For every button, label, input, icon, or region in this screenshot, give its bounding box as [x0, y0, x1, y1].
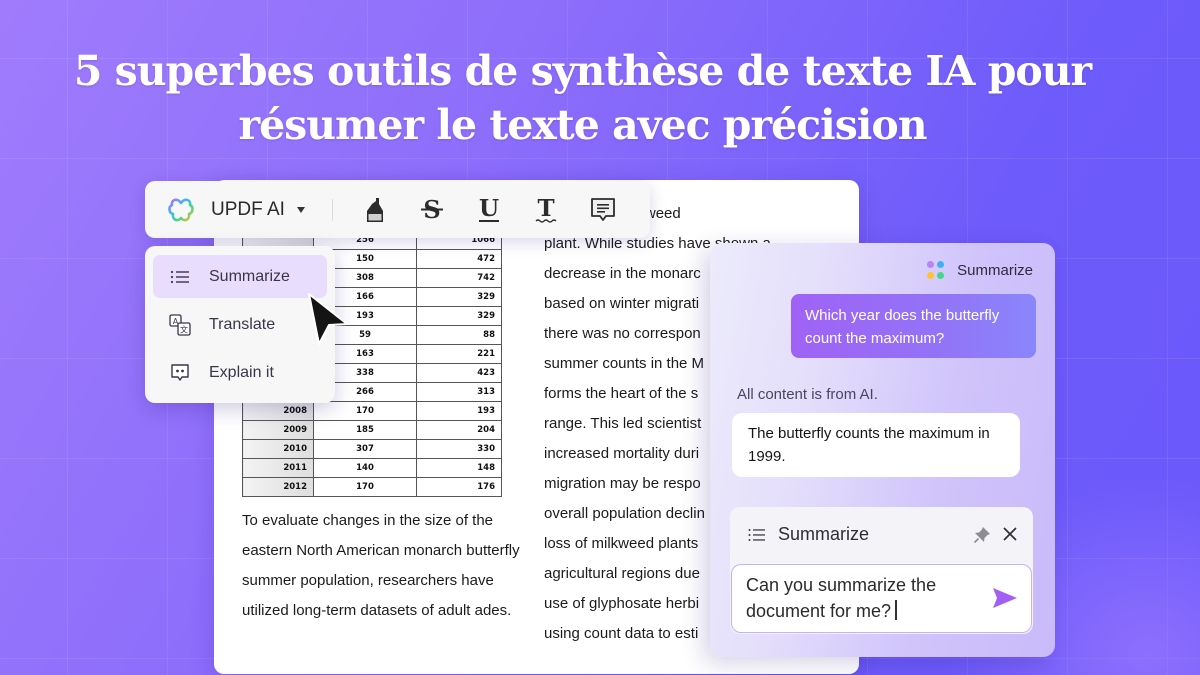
ai-chat-panel: Summarize Which year does the butterfly …	[710, 243, 1055, 657]
table-cell-b: 313	[416, 382, 502, 402]
highlighter-icon	[366, 197, 383, 222]
send-icon[interactable]	[992, 587, 1018, 609]
table-row: 2011 140 148	[242, 458, 502, 478]
mouse-pointer-icon	[308, 293, 348, 345]
caret-down-icon[interactable]	[296, 206, 305, 213]
table-row: 2012 170 176	[242, 477, 502, 497]
highlight-tool-button[interactable]	[359, 194, 391, 226]
composer-mode[interactable]: Summarize	[748, 524, 869, 545]
chat-input[interactable]: Can you summarize the document for me?	[731, 564, 1032, 633]
table-cell-b: 329	[416, 306, 502, 326]
comment-icon	[591, 197, 615, 221]
table-cell-b: 423	[416, 363, 502, 383]
table-cell-b: 329	[416, 287, 502, 307]
chat-composer: Summarize Can you summarize the document…	[730, 507, 1033, 634]
annotation-toolbar: UPDF AI S U T	[145, 181, 650, 238]
headline-line-2: résumer le texte avec précision	[238, 101, 927, 149]
table-cell-b: 193	[416, 401, 502, 421]
table-cell-b: 176	[416, 477, 502, 497]
user-question-bubble: Which year does the butterfly count the …	[791, 294, 1036, 358]
table-cell-a: 140	[313, 458, 417, 478]
menu-item-label: Explain it	[209, 363, 274, 381]
table-cell-a: 185	[313, 420, 417, 440]
svg-text:T: T	[537, 196, 554, 222]
close-icon[interactable]	[1002, 526, 1018, 542]
ai-panel-mode-label: Summarize	[957, 261, 1033, 279]
table-cell-b: 742	[416, 268, 502, 288]
table-cell-year: 2012	[242, 477, 314, 497]
underline-icon: U	[479, 196, 499, 222]
table-cell-year: 2010	[242, 439, 314, 459]
strikethrough-icon: S	[420, 196, 443, 224]
translate-icon: A 文	[169, 313, 191, 336]
table-cell-b: 330	[416, 439, 502, 459]
underline-tool-button[interactable]: U	[473, 194, 505, 226]
ai-disclaimer: All content is from AI.	[737, 386, 878, 403]
headline-line-1: 5 superbes outils de synthèse de texte I…	[73, 47, 1092, 95]
table-cell-year: 2008	[242, 401, 314, 421]
table-row: 2010 307 330	[242, 439, 502, 459]
ai-answer-bubble: The butterfly counts the maximum in 1999…	[732, 413, 1020, 477]
pin-icon[interactable]	[973, 526, 991, 544]
squiggly-tool-button[interactable]: T	[530, 194, 562, 226]
menu-item-translate[interactable]: A 文 Translate	[153, 303, 327, 346]
table-cell-b: 221	[416, 344, 502, 364]
text-caret	[895, 600, 897, 620]
table-row: 2008 170 193	[242, 401, 502, 421]
menu-item-explain[interactable]: Explain it	[153, 351, 327, 394]
ai-dots-icon	[927, 261, 945, 279]
svg-text:U: U	[479, 196, 499, 222]
updf-ai-title[interactable]: UPDF AI	[211, 199, 285, 221]
strikethrough-tool-button[interactable]: S	[416, 194, 448, 226]
chat-input-value: Can you summarize the document for me?	[746, 575, 937, 621]
document-paragraph-left: To evaluate changes in the size of the e…	[242, 512, 520, 619]
table-cell-b: 472	[416, 249, 502, 269]
menu-item-label: Translate	[209, 315, 276, 333]
page-headline: 5 superbes outils de synthèse de texte I…	[0, 44, 1165, 152]
table-row: 2009 185 204	[242, 420, 502, 440]
svg-text:文: 文	[180, 324, 188, 334]
table-cell-a: 307	[313, 439, 417, 459]
table-cell-a: 170	[313, 477, 417, 497]
list-icon	[169, 266, 191, 288]
table-cell-b: 88	[416, 325, 502, 345]
table-cell-b: 204	[416, 420, 502, 440]
menu-item-label: Summarize	[209, 267, 290, 285]
toolbar-divider	[331, 198, 333, 221]
table-cell-year: 2011	[242, 458, 314, 478]
composer-mode-label: Summarize	[778, 524, 870, 544]
table-cell-b: 148	[416, 458, 502, 478]
ai-panel-header: Summarize	[927, 261, 1033, 279]
squiggly-text-icon: T	[535, 196, 557, 223]
table-cell-a: 170	[313, 401, 417, 421]
list-icon	[748, 528, 765, 541]
table-cell-year: 2009	[242, 420, 314, 440]
updf-ai-logo-icon[interactable]	[167, 196, 195, 224]
menu-item-summarize[interactable]: Summarize	[153, 255, 327, 298]
comment-tool-button[interactable]	[587, 194, 619, 226]
explain-icon	[169, 362, 191, 384]
